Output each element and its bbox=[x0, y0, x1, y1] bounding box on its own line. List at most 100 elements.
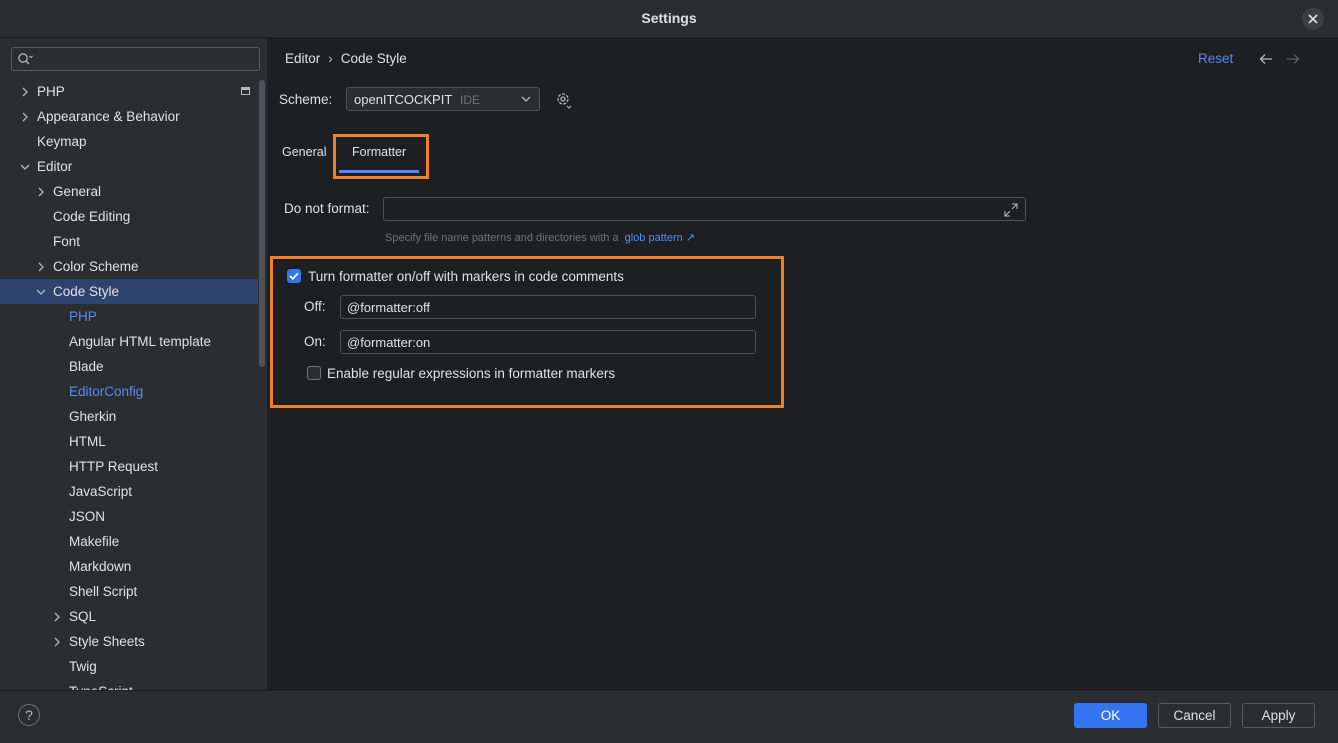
sidebar-item-html[interactable]: HTML bbox=[0, 429, 258, 454]
ok-button[interactable]: OK bbox=[1074, 703, 1147, 728]
project-page-icon bbox=[241, 87, 250, 95]
sidebar-item-label: TypeScript bbox=[69, 679, 133, 690]
sidebar-item-label: Color Scheme bbox=[53, 259, 139, 274]
chevron-down-icon[interactable] bbox=[19, 154, 31, 179]
sidebar-item-label: Gherkin bbox=[69, 409, 117, 424]
sidebar-item-label: JavaScript bbox=[69, 484, 133, 499]
markers-checkbox[interactable] bbox=[287, 269, 301, 283]
sidebar-item-label: Twig bbox=[69, 659, 97, 674]
sidebar-item-blade[interactable]: Blade bbox=[0, 354, 258, 379]
breadcrumb-parent[interactable]: Editor bbox=[285, 51, 320, 66]
sidebar-item-editor[interactable]: Editor bbox=[0, 154, 258, 179]
regex-checkbox-label[interactable]: Enable regular expressions in formatter … bbox=[327, 366, 615, 381]
sidebar-item-php[interactable]: PHP bbox=[0, 79, 258, 104]
sidebar-item-label: PHP bbox=[69, 309, 97, 324]
sidebar-item-angular-html-template[interactable]: Angular HTML template bbox=[0, 329, 258, 354]
breadcrumb-separator: › bbox=[328, 51, 333, 66]
sidebar-item-javascript[interactable]: JavaScript bbox=[0, 479, 258, 504]
sidebar-item-label: Font bbox=[53, 234, 81, 249]
breadcrumb-current: Code Style bbox=[340, 51, 407, 66]
title-bar: Settings bbox=[0, 0, 1338, 38]
close-button[interactable] bbox=[1302, 8, 1324, 30]
sidebar-item-label: Shell Script bbox=[69, 584, 138, 599]
scheme-dropdown[interactable]: openITCOCKPIT IDE bbox=[346, 87, 540, 111]
sidebar-item-label: HTTP Request bbox=[69, 459, 159, 474]
arrow-right-icon[interactable] bbox=[1286, 53, 1300, 65]
breadcrumb: Editor › Code Style bbox=[285, 51, 407, 66]
cancel-button[interactable]: Cancel bbox=[1158, 703, 1231, 728]
chevron-right-icon[interactable] bbox=[35, 179, 47, 204]
sidebar-item-json[interactable]: JSON bbox=[0, 504, 258, 529]
markers-checkbox-label[interactable]: Turn formatter on/off with markers in co… bbox=[308, 269, 624, 284]
gear-icon[interactable] bbox=[555, 91, 573, 109]
help-button[interactable]: ? bbox=[18, 704, 40, 726]
sidebar-item-gherkin[interactable]: Gherkin bbox=[0, 404, 258, 429]
hint-text: Specify file name patterns and directori… bbox=[385, 232, 619, 244]
sidebar-item-label: Style Sheets bbox=[69, 634, 145, 649]
chevron-down-icon bbox=[521, 96, 531, 102]
sidebar-item-label: PHP bbox=[37, 84, 65, 99]
sidebar-item-keymap[interactable]: Keymap bbox=[0, 129, 258, 154]
off-marker-label: Off: bbox=[304, 299, 326, 314]
chevron-right-icon[interactable] bbox=[19, 104, 31, 129]
chevron-right-icon[interactable] bbox=[35, 254, 47, 279]
sidebar-item-code-style[interactable]: Code Style bbox=[0, 279, 258, 304]
on-marker-input[interactable] bbox=[340, 330, 756, 354]
sidebar-item-label: Angular HTML template bbox=[69, 334, 212, 349]
expand-icon[interactable] bbox=[1004, 203, 1018, 217]
sidebar-item-twig[interactable]: Twig bbox=[0, 654, 258, 679]
sidebar-item-label: HTML bbox=[69, 434, 106, 449]
sidebar-item-typescript[interactable]: TypeScript bbox=[0, 679, 258, 690]
sidebar-item-php[interactable]: PHP bbox=[0, 304, 258, 329]
off-marker-input[interactable] bbox=[340, 295, 756, 319]
tabs-divider bbox=[269, 173, 1338, 174]
settings-sidebar: PHP Appearance & Behavior Keymap Editor Gene… bbox=[0, 38, 268, 690]
sidebar-scrollbar[interactable] bbox=[259, 80, 265, 367]
sidebar-item-font[interactable]: Font bbox=[0, 229, 258, 254]
window-title: Settings bbox=[641, 10, 697, 26]
sidebar-item-color-scheme[interactable]: Color Scheme bbox=[0, 254, 258, 279]
chevron-right-icon[interactable] bbox=[51, 604, 63, 629]
tab-general[interactable]: General bbox=[282, 145, 326, 159]
sidebar-item-general[interactable]: General bbox=[0, 179, 258, 204]
dialog-footer: ? OK Cancel Apply bbox=[0, 690, 1338, 743]
sidebar-item-shell-script[interactable]: Shell Script bbox=[0, 579, 258, 604]
settings-tree: PHP Appearance & Behavior Keymap Editor Gene… bbox=[0, 79, 258, 690]
sidebar-item-markdown[interactable]: Markdown bbox=[0, 554, 258, 579]
sidebar-item-label: Blade bbox=[69, 359, 104, 374]
sidebar-item-label: Code Style bbox=[53, 284, 120, 299]
sidebar-item-style-sheets[interactable]: Style Sheets bbox=[0, 629, 258, 654]
sidebar-item-editorconfig[interactable]: EditorConfig bbox=[0, 379, 258, 404]
chevron-right-icon[interactable] bbox=[51, 629, 63, 654]
reset-link[interactable]: Reset bbox=[1198, 51, 1233, 66]
checkmark-icon bbox=[289, 272, 299, 280]
glob-pattern-link[interactable]: glob pattern ↗ bbox=[625, 232, 695, 244]
on-marker-label: On: bbox=[304, 334, 326, 349]
search-field[interactable] bbox=[11, 47, 260, 71]
apply-button[interactable]: Apply bbox=[1242, 703, 1315, 728]
do-not-format-input[interactable] bbox=[390, 201, 990, 217]
chevron-down-icon[interactable] bbox=[35, 279, 47, 304]
annotation-highlight-tab bbox=[333, 134, 429, 179]
sidebar-item-label: JSON bbox=[69, 509, 106, 524]
scheme-value: openITCOCKPIT bbox=[354, 92, 453, 107]
close-icon bbox=[1308, 14, 1318, 24]
sidebar-item-label: General bbox=[53, 184, 102, 199]
sidebar-item-label: Appearance & Behavior bbox=[37, 109, 180, 124]
search-icon bbox=[18, 53, 33, 65]
search-input[interactable] bbox=[38, 50, 253, 68]
chevron-right-icon[interactable] bbox=[19, 79, 31, 104]
do-not-format-label: Do not format: bbox=[284, 201, 370, 216]
arrow-left-icon[interactable] bbox=[1259, 53, 1273, 65]
sidebar-item-label: Markdown bbox=[69, 559, 132, 574]
sidebar-item-label: Makefile bbox=[69, 534, 120, 549]
sidebar-item-sql[interactable]: SQL bbox=[0, 604, 258, 629]
regex-checkbox[interactable] bbox=[307, 366, 321, 380]
sidebar-item-label: Code Editing bbox=[53, 209, 131, 224]
sidebar-item-code-editing[interactable]: Code Editing bbox=[0, 204, 258, 229]
scheme-sub-label: IDE bbox=[460, 93, 481, 107]
sidebar-item-makefile[interactable]: Makefile bbox=[0, 529, 258, 554]
sidebar-item-http-request[interactable]: HTTP Request bbox=[0, 454, 258, 479]
do-not-format-field[interactable] bbox=[383, 197, 1026, 221]
sidebar-item-appearance-behavior[interactable]: Appearance & Behavior bbox=[0, 104, 258, 129]
